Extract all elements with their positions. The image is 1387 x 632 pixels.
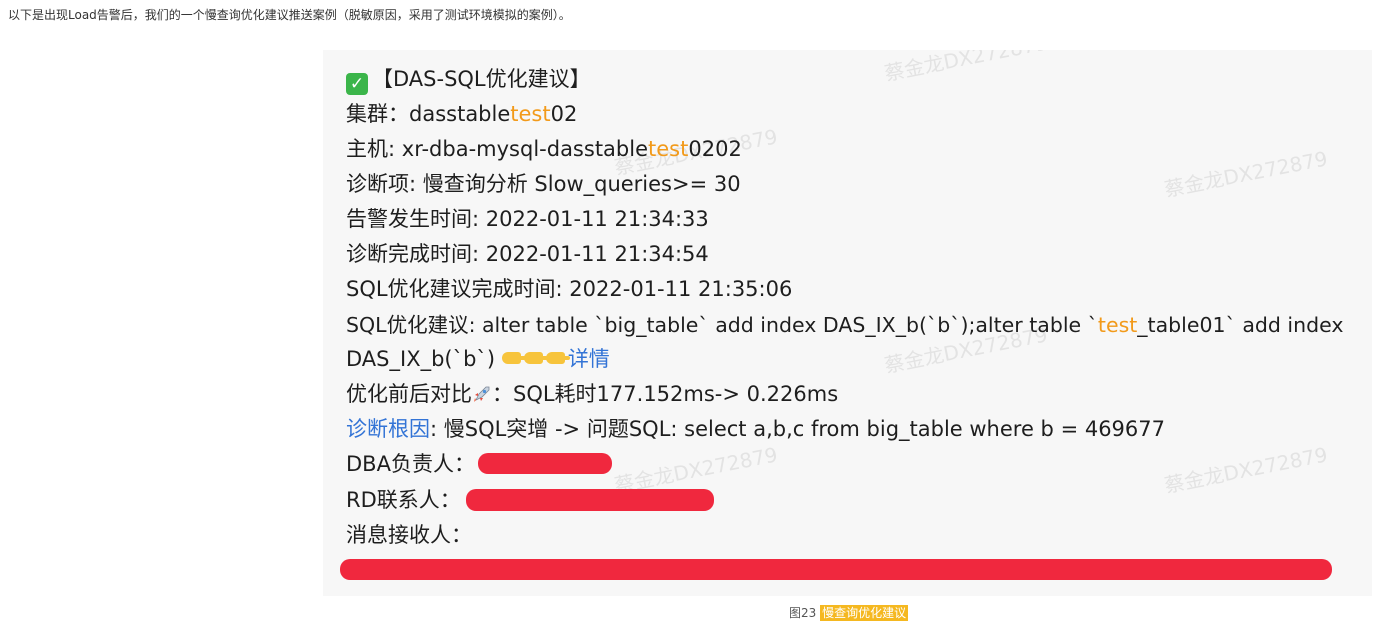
pointing-hand-icon xyxy=(523,352,548,364)
watermark: 蔡金龙DX272879 xyxy=(1162,442,1330,498)
redaction-bar xyxy=(340,559,1332,580)
message-card: 蔡金龙DX272879 蔡金龙DX272879 蔡金龙DX272879 蔡金龙D… xyxy=(323,50,1372,596)
redaction-bar xyxy=(466,489,714,511)
root-cause-line: 诊断根因: 慢SQL突增 -> 问题SQL: select a,b,c from… xyxy=(346,415,1165,443)
diagnosis-done-time-line: 诊断完成时间: 2022-01-11 21:34:54 xyxy=(346,242,709,266)
receiver-label: 消息接收人： xyxy=(346,523,472,547)
check-mark-icon: ✓ xyxy=(346,73,368,95)
receiver-line: 消息接收人： xyxy=(346,521,472,549)
diagnosis-item-line: 诊断项: 慢查询分析 Slow_queries>= 30 xyxy=(346,172,741,196)
rd-line: RD联系人： xyxy=(346,486,461,514)
alert-time-line: 告警发生时间: 2022-01-11 21:34:33 xyxy=(346,207,709,231)
compare-line: 优化前后对比 ：SQL耗时177.152ms-> 0.226ms xyxy=(346,380,838,408)
pointing-hand-icon xyxy=(501,352,526,364)
sql-suggestion-line2: DAS_IX_b(`b`) 详情 xyxy=(346,345,610,373)
host-line: 主机: xr-dba-mysql-dasstabletest0202 xyxy=(346,135,742,163)
host-highlight: test xyxy=(648,137,689,161)
dba-line: DBA负责人： xyxy=(346,450,475,478)
root-cause-link[interactable]: 诊断根因 xyxy=(346,417,430,441)
rocket-icon xyxy=(474,386,490,402)
watermark: 蔡金龙DX272879 xyxy=(882,50,1050,86)
host-label: 主机: xyxy=(346,137,402,161)
message-title: ✓ 【DAS-SQL优化建议】 xyxy=(346,65,591,95)
rd-label: RD联系人： xyxy=(346,488,461,512)
cluster-line: 集群：dasstabletest02 xyxy=(346,100,577,128)
sql-done-time-line: SQL优化建议完成时间: 2022-01-11 21:35:06 xyxy=(346,277,793,301)
title-text: 【DAS-SQL优化建议】 xyxy=(372,67,591,91)
caption-prefix: 图23 xyxy=(789,606,821,620)
compare-value: ：SQL耗时177.152ms-> 0.226ms xyxy=(492,382,839,406)
compare-label: 优化前后对比 xyxy=(346,382,472,406)
dba-label: DBA负责人： xyxy=(346,452,475,476)
intro-text: 以下是出现Load告警后，我们的一个慢查询优化建议推送案例（脱敏原因，采用了测试… xyxy=(8,8,571,22)
redaction-bar xyxy=(478,453,612,474)
sql-suggestion-prefix: SQL优化建议: alter table `big_table` add ind… xyxy=(346,313,1098,337)
watermark: 蔡金龙DX272879 xyxy=(1162,146,1330,202)
cluster-label: 集群： xyxy=(346,102,409,126)
figure-caption: 图23 慢查询优化建议 xyxy=(789,604,909,622)
host-suffix: 0202 xyxy=(688,137,742,161)
sql-suggestion-line2-text: DAS_IX_b(`b`) xyxy=(346,347,496,371)
cluster-highlight: test xyxy=(510,102,551,126)
detail-link[interactable]: 详情 xyxy=(568,347,610,371)
sql-suggestion-line: SQL优化建议: alter table `big_table` add ind… xyxy=(346,311,1344,339)
root-cause-value: : 慢SQL突增 -> 问题SQL: select a,b,c from big… xyxy=(430,417,1165,441)
cluster-prefix: dasstable xyxy=(409,102,511,126)
sql-suggestion-highlight: test xyxy=(1097,313,1138,337)
caption-highlight: 慢查询优化建议 xyxy=(820,605,909,621)
sql-suggestion-suffix: _table01` add index xyxy=(1137,313,1344,337)
host-prefix: xr-dba-mysql-dasstable xyxy=(401,137,649,161)
cluster-suffix: 02 xyxy=(550,102,578,126)
pointing-hand-icon xyxy=(545,352,570,364)
